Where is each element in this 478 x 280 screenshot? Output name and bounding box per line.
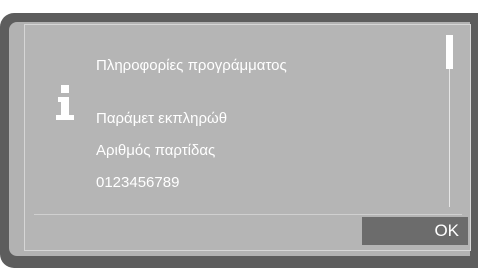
info-line-batch-label: Αριθμός παρτίδας — [96, 142, 216, 159]
info-icon — [56, 85, 74, 120]
dialog-title: Πληροφορίες προγράμματος — [96, 57, 287, 74]
info-line-parameter: Παράμετ εκπληρώθ — [96, 110, 228, 127]
ok-button[interactable]: OK — [362, 217, 468, 245]
scrollbar-thumb[interactable] — [446, 35, 453, 69]
device-bezel: Πληροφορίες προγράμματος Παράμετ εκπληρώ… — [0, 0, 478, 280]
divider — [34, 214, 462, 215]
info-line-batch-number: 0123456789 — [96, 174, 180, 191]
